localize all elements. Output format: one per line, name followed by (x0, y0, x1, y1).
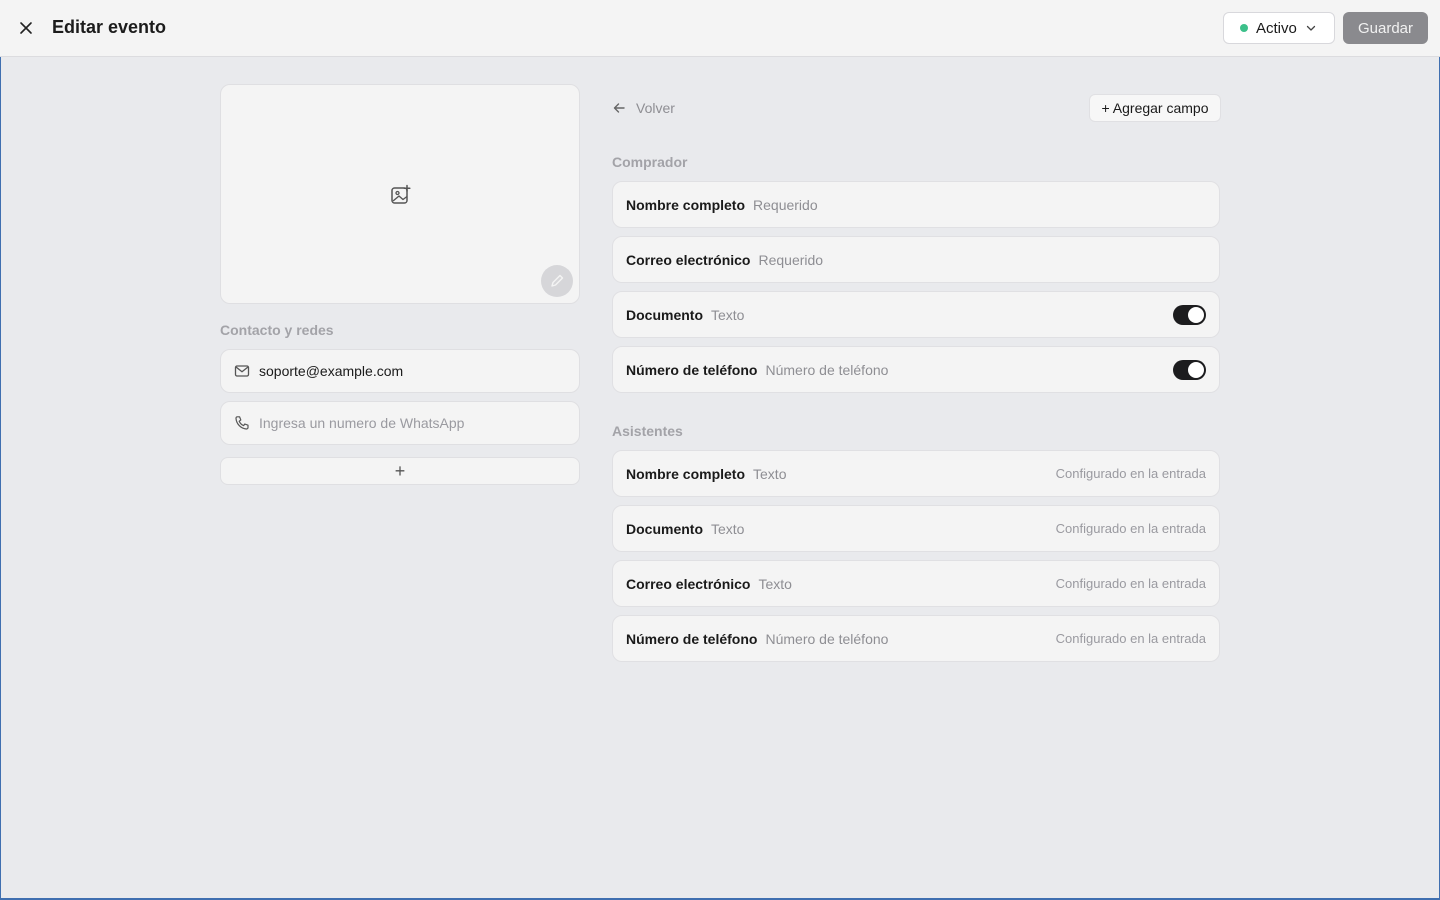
cover-image-upload[interactable] (220, 84, 580, 304)
field-name: Número de teléfono (626, 630, 758, 647)
contact-section-label: Contacto y redes (220, 322, 334, 338)
back-button[interactable]: Volver (612, 98, 675, 118)
attendee-field-row[interactable]: Número de teléfono Número de teléfono Co… (612, 615, 1220, 662)
field-type: Requerido (753, 196, 818, 213)
top-bar: Editar evento Activo Guardar (0, 0, 1440, 57)
email-value: soporte@example.com (259, 363, 404, 379)
field-config-note: Configurado en la entrada (1055, 466, 1206, 481)
field-name: Nombre completo (626, 465, 746, 482)
whatsapp-contact-field[interactable] (220, 401, 580, 445)
add-field-button[interactable]: + Agregar campo (1089, 94, 1221, 122)
field-type: Requerido (758, 251, 824, 268)
close-button[interactable] (14, 16, 38, 40)
field-enabled-toggle[interactable] (1173, 359, 1206, 380)
field-config-note: Configurado en la entrada (1055, 576, 1206, 591)
toggle-knob (1188, 306, 1204, 323)
field-name: Documento (626, 306, 703, 323)
whatsapp-input[interactable] (259, 415, 559, 431)
page-title: Editar evento (52, 17, 167, 37)
field-type: Texto (753, 465, 787, 482)
add-contact-button[interactable]: + (220, 457, 580, 485)
image-add-icon (391, 184, 411, 204)
field-name: Correo electrónico (626, 575, 751, 592)
save-button[interactable]: Guardar (1343, 12, 1428, 44)
status-select[interactable]: Activo (1223, 12, 1335, 44)
field-type: Texto (758, 575, 792, 592)
attendees-section-label: Asistentes (612, 423, 683, 439)
field-name: Número de teléfono (626, 361, 758, 378)
close-icon (20, 22, 32, 34)
edit-cover-button[interactable] (541, 265, 573, 297)
attendee-field-row[interactable]: Documento Texto Configurado en la entrad… (612, 505, 1220, 552)
attendee-field-row[interactable]: Correo electrónico Texto Configurado en … (612, 560, 1220, 607)
field-name: Correo electrónico (626, 251, 751, 268)
field-type: Número de teléfono (765, 361, 889, 378)
toggle-knob (1188, 361, 1204, 378)
status-dot (1240, 24, 1248, 32)
pencil-icon (551, 274, 564, 287)
back-label: Volver (636, 100, 675, 116)
buyer-section-label: Comprador (612, 154, 688, 170)
email-contact-field[interactable]: soporte@example.com (220, 349, 580, 393)
field-config-note: Configurado en la entrada (1055, 521, 1206, 536)
field-type: Texto (711, 306, 745, 323)
mail-icon (234, 365, 250, 377)
buyer-field-row[interactable]: Número de teléfono Número de teléfono (612, 346, 1220, 393)
arrow-left-icon (613, 103, 625, 113)
field-type: Número de teléfono (765, 630, 889, 647)
field-config-note: Configurado en la entrada (1055, 631, 1206, 646)
attendee-field-row[interactable]: Nombre completo Texto Configurado en la … (612, 450, 1220, 497)
status-label: Activo (1256, 19, 1297, 37)
field-name: Documento (626, 520, 703, 537)
field-type: Texto (711, 520, 745, 537)
buyer-field-row[interactable]: Documento Texto (612, 291, 1220, 338)
field-enabled-toggle[interactable] (1173, 304, 1206, 325)
chevron-down-icon (1306, 25, 1316, 31)
phone-icon (235, 416, 249, 430)
buyer-field-row[interactable]: Nombre completo Requerido (612, 181, 1220, 228)
field-name: Nombre completo (626, 196, 746, 213)
buyer-field-row[interactable]: Correo electrónico Requerido (612, 236, 1220, 283)
